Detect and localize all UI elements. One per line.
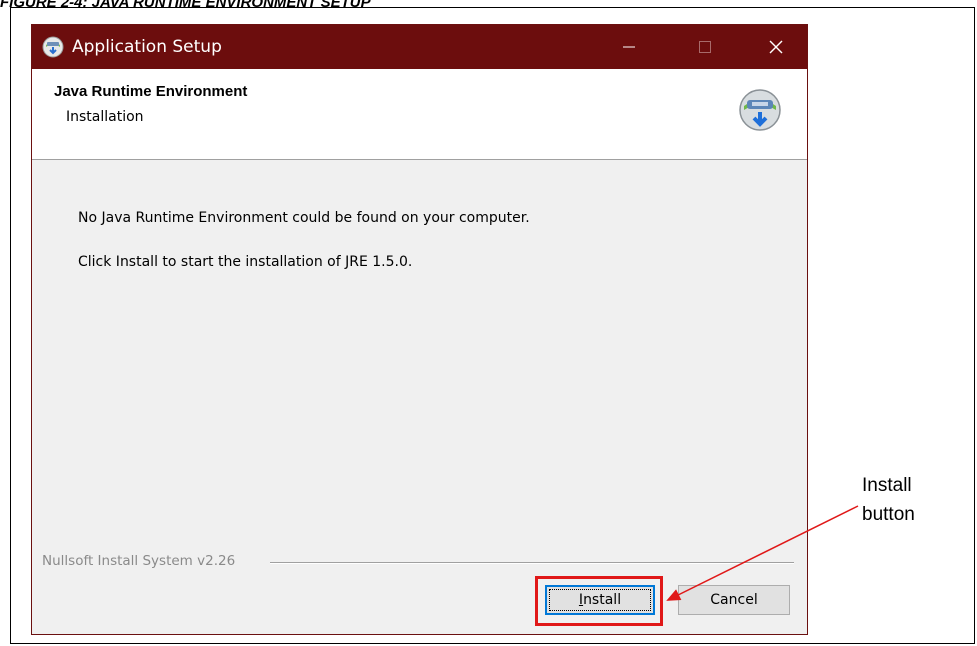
app-installer-icon bbox=[42, 36, 64, 58]
page-title: Java Runtime Environment bbox=[54, 83, 248, 100]
install-highlight-box bbox=[535, 576, 663, 626]
page-subtitle: Installation bbox=[66, 109, 144, 125]
maximize-button[interactable] bbox=[680, 25, 730, 69]
installer-globe-icon bbox=[739, 89, 781, 131]
title-bar[interactable]: Application Setup bbox=[32, 25, 807, 69]
branding-text: Nullsoft Install System v2.26 bbox=[42, 553, 236, 569]
window-title: Application Setup bbox=[72, 37, 222, 57]
minimize-icon bbox=[623, 46, 635, 48]
minimize-button[interactable] bbox=[604, 25, 654, 69]
maximize-icon bbox=[699, 41, 711, 53]
callout-line-1: Install bbox=[862, 475, 912, 496]
branding-divider bbox=[270, 562, 794, 564]
close-button[interactable] bbox=[751, 25, 801, 69]
close-icon bbox=[769, 40, 783, 54]
install-callout: Install button bbox=[862, 471, 915, 529]
message-no-jre: No Java Runtime Environment could be fou… bbox=[78, 210, 530, 226]
setup-window: Application Setup Java Runtime Environme… bbox=[31, 24, 808, 635]
callout-line-2: button bbox=[862, 504, 915, 525]
cancel-button[interactable]: Cancel bbox=[678, 585, 790, 615]
message-click-install: Click Install to start the installation … bbox=[78, 254, 413, 270]
wizard-header: Java Runtime Environment Installation bbox=[32, 69, 807, 160]
